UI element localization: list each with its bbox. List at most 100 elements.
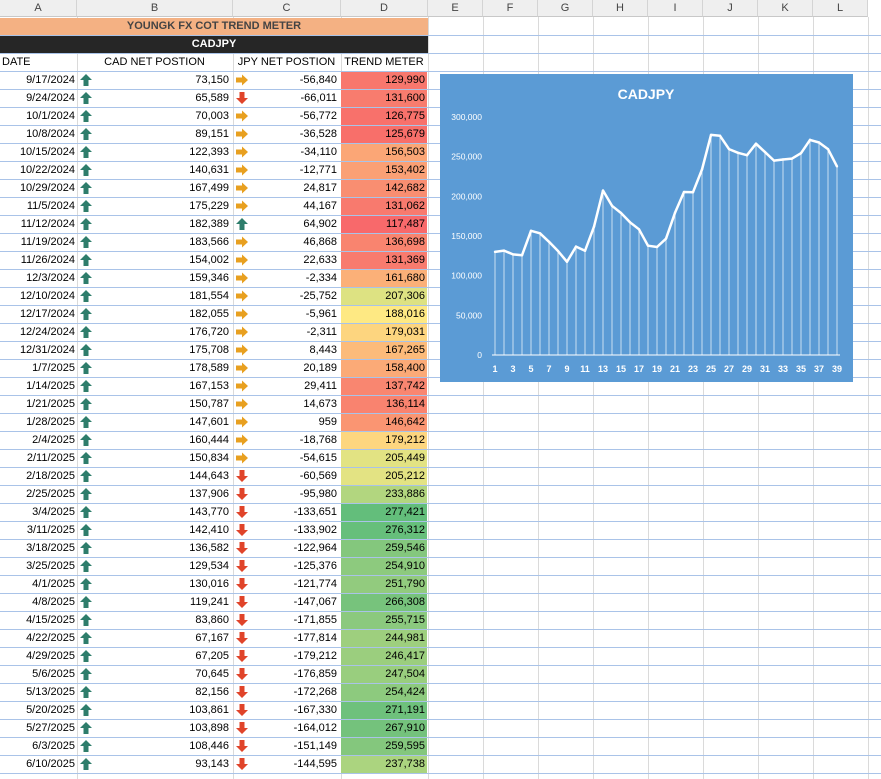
cad-net-position-cell[interactable]: 67,167 xyxy=(77,630,232,647)
trend-meter-cell[interactable]: 276,312 xyxy=(341,522,427,539)
header-cad-net-position[interactable]: CAD NET POSTION xyxy=(77,54,232,71)
cad-net-position-cell[interactable]: 103,861 xyxy=(77,702,232,719)
date-cell[interactable]: 12/3/2024 xyxy=(0,270,76,287)
date-cell[interactable]: 10/15/2024 xyxy=(0,144,76,161)
header-trend-meter[interactable]: TREND METER xyxy=(341,54,427,71)
trend-meter-cell[interactable]: 146,642 xyxy=(341,414,427,431)
jpy-net-position-cell[interactable]: -122,964 xyxy=(233,540,340,557)
trend-meter-cell[interactable]: 266,308 xyxy=(341,594,427,611)
trend-meter-cell[interactable]: 277,421 xyxy=(341,504,427,521)
jpy-net-position-cell[interactable]: 8,443 xyxy=(233,342,340,359)
trend-meter-cell[interactable]: 259,546 xyxy=(341,540,427,557)
trend-meter-cell[interactable]: 131,369 xyxy=(341,252,427,269)
cad-net-position-cell[interactable]: 167,499 xyxy=(77,180,232,197)
date-cell[interactable]: 4/1/2025 xyxy=(0,576,76,593)
column-header-j[interactable]: J xyxy=(703,0,758,17)
cadjpy-chart[interactable]: CADJPY 0 50,000 100,000 150,000 200,000 250,0… xyxy=(440,74,853,382)
jpy-net-position-cell[interactable]: -171,855 xyxy=(233,612,340,629)
date-cell[interactable]: 4/29/2025 xyxy=(0,648,76,665)
cad-net-position-cell[interactable]: 70,645 xyxy=(77,666,232,683)
cad-net-position-cell[interactable]: 182,389 xyxy=(77,216,232,233)
jpy-net-position-cell[interactable]: 20,189 xyxy=(233,360,340,377)
jpy-net-position-cell[interactable]: 64,902 xyxy=(233,216,340,233)
trend-meter-cell[interactable]: 161,680 xyxy=(341,270,427,287)
date-cell[interactable]: 12/17/2024 xyxy=(0,306,76,323)
jpy-net-position-cell[interactable]: -66,011 xyxy=(233,90,340,107)
cad-net-position-cell[interactable]: 103,898 xyxy=(77,720,232,737)
column-header-c[interactable]: C xyxy=(233,0,341,17)
trend-meter-cell[interactable]: 205,449 xyxy=(341,450,427,467)
header-date[interactable]: DATE xyxy=(2,54,76,71)
date-cell[interactable]: 5/13/2025 xyxy=(0,684,76,701)
date-cell[interactable]: 3/11/2025 xyxy=(0,522,76,539)
jpy-net-position-cell[interactable]: -144,595 xyxy=(233,756,340,773)
trend-meter-cell[interactable]: 117,487 xyxy=(341,216,427,233)
date-cell[interactable]: 3/25/2025 xyxy=(0,558,76,575)
cad-net-position-cell[interactable]: 175,708 xyxy=(77,342,232,359)
trend-meter-cell[interactable]: 136,114 xyxy=(341,396,427,413)
trend-meter-cell[interactable]: 131,062 xyxy=(341,198,427,215)
cad-net-position-cell[interactable]: 136,582 xyxy=(77,540,232,557)
date-cell[interactable]: 3/4/2025 xyxy=(0,504,76,521)
trend-meter-cell[interactable]: 188,016 xyxy=(341,306,427,323)
date-cell[interactable]: 2/18/2025 xyxy=(0,468,76,485)
cad-net-position-cell[interactable]: 178,589 xyxy=(77,360,232,377)
cad-net-position-cell[interactable]: 142,410 xyxy=(77,522,232,539)
trend-meter-cell[interactable]: 205,212 xyxy=(341,468,427,485)
jpy-net-position-cell[interactable]: 46,868 xyxy=(233,234,340,251)
cad-net-position-cell[interactable]: 65,589 xyxy=(77,90,232,107)
date-cell[interactable]: 2/11/2025 xyxy=(0,450,76,467)
cad-net-position-cell[interactable]: 144,643 xyxy=(77,468,232,485)
cad-net-position-cell[interactable]: 183,566 xyxy=(77,234,232,251)
column-header-a[interactable]: A xyxy=(0,0,77,17)
date-cell[interactable]: 10/8/2024 xyxy=(0,126,76,143)
jpy-net-position-cell[interactable]: 14,673 xyxy=(233,396,340,413)
trend-meter-cell[interactable]: 125,679 xyxy=(341,126,427,143)
date-cell[interactable]: 5/6/2025 xyxy=(0,666,76,683)
column-header-d[interactable]: D xyxy=(341,0,428,17)
cad-net-position-cell[interactable]: 181,554 xyxy=(77,288,232,305)
trend-meter-cell[interactable]: 129,990 xyxy=(341,72,427,89)
jpy-net-position-cell[interactable]: 44,167 xyxy=(233,198,340,215)
jpy-net-position-cell[interactable]: -147,067 xyxy=(233,594,340,611)
date-cell[interactable]: 12/24/2024 xyxy=(0,324,76,341)
column-header-f[interactable]: F xyxy=(483,0,538,17)
jpy-net-position-cell[interactable]: 959 xyxy=(233,414,340,431)
cad-net-position-cell[interactable]: 137,906 xyxy=(77,486,232,503)
trend-meter-cell[interactable]: 179,212 xyxy=(341,432,427,449)
trend-meter-cell[interactable]: 179,031 xyxy=(341,324,427,341)
trend-meter-cell[interactable]: 233,886 xyxy=(341,486,427,503)
trend-meter-cell[interactable]: 254,910 xyxy=(341,558,427,575)
jpy-net-position-cell[interactable]: -54,615 xyxy=(233,450,340,467)
cad-net-position-cell[interactable]: 93,143 xyxy=(77,756,232,773)
cad-net-position-cell[interactable]: 176,720 xyxy=(77,324,232,341)
cad-net-position-cell[interactable]: 167,153 xyxy=(77,378,232,395)
date-cell[interactable]: 10/1/2024 xyxy=(0,108,76,125)
column-header-i[interactable]: I xyxy=(648,0,703,17)
cad-net-position-cell[interactable]: 175,229 xyxy=(77,198,232,215)
column-header-l[interactable]: L xyxy=(813,0,868,17)
cad-net-position-cell[interactable]: 82,156 xyxy=(77,684,232,701)
trend-meter-cell[interactable]: 246,417 xyxy=(341,648,427,665)
jpy-net-position-cell[interactable]: -177,814 xyxy=(233,630,340,647)
trend-meter-cell[interactable]: 267,910 xyxy=(341,720,427,737)
jpy-net-position-cell[interactable]: -121,774 xyxy=(233,576,340,593)
cad-net-position-cell[interactable]: 154,002 xyxy=(77,252,232,269)
cad-net-position-cell[interactable]: 159,346 xyxy=(77,270,232,287)
trend-meter-cell[interactable]: 142,682 xyxy=(341,180,427,197)
cad-net-position-cell[interactable]: 147,601 xyxy=(77,414,232,431)
jpy-net-position-cell[interactable]: -176,859 xyxy=(233,666,340,683)
cad-net-position-cell[interactable]: 143,770 xyxy=(77,504,232,521)
jpy-net-position-cell[interactable]: -5,961 xyxy=(233,306,340,323)
cad-net-position-cell[interactable]: 73,150 xyxy=(77,72,232,89)
jpy-net-position-cell[interactable]: -133,651 xyxy=(233,504,340,521)
column-header-e[interactable]: E xyxy=(428,0,483,17)
column-header-b[interactable]: B xyxy=(77,0,233,17)
cad-net-position-cell[interactable]: 150,834 xyxy=(77,450,232,467)
date-cell[interactable]: 11/5/2024 xyxy=(0,198,76,215)
trend-meter-cell[interactable]: 158,400 xyxy=(341,360,427,377)
jpy-net-position-cell[interactable]: 22,633 xyxy=(233,252,340,269)
trend-meter-cell[interactable]: 251,790 xyxy=(341,576,427,593)
jpy-net-position-cell[interactable]: -2,334 xyxy=(233,270,340,287)
date-cell[interactable]: 5/20/2025 xyxy=(0,702,76,719)
